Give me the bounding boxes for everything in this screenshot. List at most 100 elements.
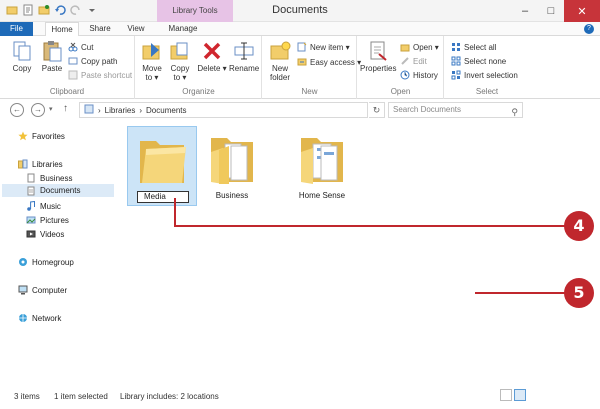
video-icon: [26, 229, 36, 239]
tab-share[interactable]: Share: [85, 22, 115, 36]
paste-button[interactable]: Paste: [38, 40, 66, 73]
search-input[interactable]: Search Documents ⚲: [388, 102, 523, 118]
picture-icon: [26, 215, 36, 225]
select-group-label: Select: [475, 87, 499, 96]
easy-access-icon: [297, 57, 307, 67]
item-count: 3 items: [14, 392, 40, 401]
new-item-button[interactable]: New item ▾: [297, 42, 350, 52]
scissors-icon: [68, 42, 78, 52]
nav-libraries[interactable]: Libraries: [18, 159, 63, 169]
tab-view[interactable]: View: [121, 22, 151, 36]
paste-icon: [41, 40, 63, 62]
forward-button[interactable]: →: [31, 103, 45, 117]
open-button[interactable]: Open ▾: [400, 42, 439, 52]
large-icons-view-icon[interactable]: [514, 389, 526, 401]
help-icon[interactable]: ?: [584, 24, 594, 34]
tab-file[interactable]: File: [0, 22, 33, 36]
select-all-button[interactable]: Select all: [451, 42, 496, 52]
folder-item-media[interactable]: Media: [127, 126, 197, 206]
nav-pictures[interactable]: Pictures: [26, 215, 69, 225]
new-folder-icon: [269, 40, 291, 62]
rename-icon: [233, 40, 255, 62]
library-locations: Library includes: 2 locations: [120, 392, 219, 401]
folder-item-business[interactable]: Business: [197, 126, 267, 206]
nav-computer[interactable]: Computer: [18, 285, 67, 295]
move-to-button[interactable]: Move to ▾: [139, 40, 165, 82]
paste-shortcut-button[interactable]: Paste shortcut: [68, 70, 132, 80]
close-button[interactable]: ✕: [564, 0, 600, 22]
breadcrumb-separator: ›: [139, 105, 143, 115]
computer-icon: [18, 285, 28, 295]
paste-shortcut-icon: [68, 70, 78, 80]
navigation-bar: ← → ▾ ↑ › Libraries › Documents ↻ Search…: [0, 99, 600, 121]
invert-selection-button[interactable]: Invert selection: [451, 70, 518, 80]
copy-to-icon: [169, 40, 191, 62]
library-icon: [84, 104, 94, 116]
explorer-window: Library Tools Documents – □ ✕ File Home …: [0, 0, 600, 409]
open-group-label: Open: [390, 87, 411, 96]
file-list: Media Business Home Sense: [117, 121, 529, 383]
delete-button[interactable]: Delete ▾: [197, 40, 227, 73]
folder-with-documents-icon: [295, 130, 349, 186]
search-icon: ⚲: [511, 107, 518, 117]
title-bar: Library Tools Documents – □ ✕: [0, 0, 600, 22]
tab-manage[interactable]: Manage: [160, 22, 206, 36]
breadcrumb-separator: ›: [98, 105, 101, 115]
nav-music[interactable]: Music: [26, 200, 61, 211]
copy-button[interactable]: Copy: [8, 40, 36, 73]
invert-selection-icon: [451, 70, 461, 80]
nav-network[interactable]: Network: [18, 313, 61, 323]
minimize-button[interactable]: –: [512, 0, 538, 22]
select-group: Select all Select none Invert selection …: [445, 36, 529, 99]
refresh-icon[interactable]: ↻: [369, 102, 385, 118]
selected-count: 1 item selected: [54, 392, 108, 401]
copy-to-button[interactable]: Copy to ▾: [167, 40, 193, 82]
ribbon: Copy Paste Cut Copy path Paste shortcut …: [0, 36, 600, 99]
nav-documents[interactable]: Documents: [2, 184, 114, 197]
copy-path-button[interactable]: Copy path: [68, 56, 117, 66]
cut-button[interactable]: Cut: [68, 42, 93, 52]
callout-5-leader: [475, 292, 565, 294]
nav-favorites[interactable]: Favorites: [18, 131, 65, 141]
select-all-icon: [451, 42, 461, 52]
address-bar[interactable]: › Libraries › Documents: [79, 102, 368, 118]
select-none-button[interactable]: Select none: [451, 56, 506, 66]
network-icon: [18, 313, 28, 323]
up-arrow-icon[interactable]: ↑: [63, 103, 68, 114]
status-bar: 3 items 1 item selected Library includes…: [0, 383, 600, 409]
new-item-icon: [297, 42, 307, 52]
star-icon: [18, 131, 28, 141]
documents-icon: [26, 186, 36, 196]
properties-icon: [367, 40, 389, 62]
maximize-button[interactable]: □: [538, 0, 564, 22]
open-icon: [400, 42, 410, 52]
back-button[interactable]: ←: [10, 103, 24, 117]
breadcrumb-libraries[interactable]: Libraries: [105, 106, 136, 115]
tab-home[interactable]: Home: [45, 22, 79, 37]
organize-group: Move to ▾ Copy to ▾ Delete ▾ Rename Orga…: [136, 36, 262, 99]
callout-4-badge: 4: [564, 211, 594, 241]
nav-business[interactable]: Business: [26, 173, 72, 183]
folder-with-documents-icon: [205, 130, 259, 186]
ribbon-tabs: File Home Share View Manage ?: [0, 22, 600, 37]
nav-videos[interactable]: Videos: [26, 229, 64, 239]
window-title: Documents: [272, 4, 328, 16]
rename-button[interactable]: Rename: [229, 40, 259, 73]
folder-item-home-sense[interactable]: Home Sense: [287, 126, 357, 206]
edit-button[interactable]: Edit: [400, 56, 427, 66]
history-button[interactable]: History: [400, 70, 438, 80]
select-none-icon: [451, 56, 461, 66]
folder-name: Business: [215, 191, 249, 200]
breadcrumb-documents[interactable]: Documents: [146, 106, 186, 115]
recent-locations-icon[interactable]: ▾: [49, 105, 53, 113]
easy-access-button[interactable]: Easy access ▾: [297, 57, 361, 67]
rename-input[interactable]: Media: [137, 191, 189, 203]
nav-homegroup[interactable]: Homegroup: [18, 257, 74, 267]
details-view-icon[interactable]: [500, 389, 512, 401]
clipboard-group-label: Clipboard: [49, 87, 85, 96]
organize-group-label: Organize: [182, 87, 215, 96]
copy-icon: [11, 40, 33, 62]
new-folder-button[interactable]: New folder: [266, 40, 294, 82]
properties-button[interactable]: Properties: [360, 40, 396, 73]
copy-path-icon: [68, 56, 78, 66]
